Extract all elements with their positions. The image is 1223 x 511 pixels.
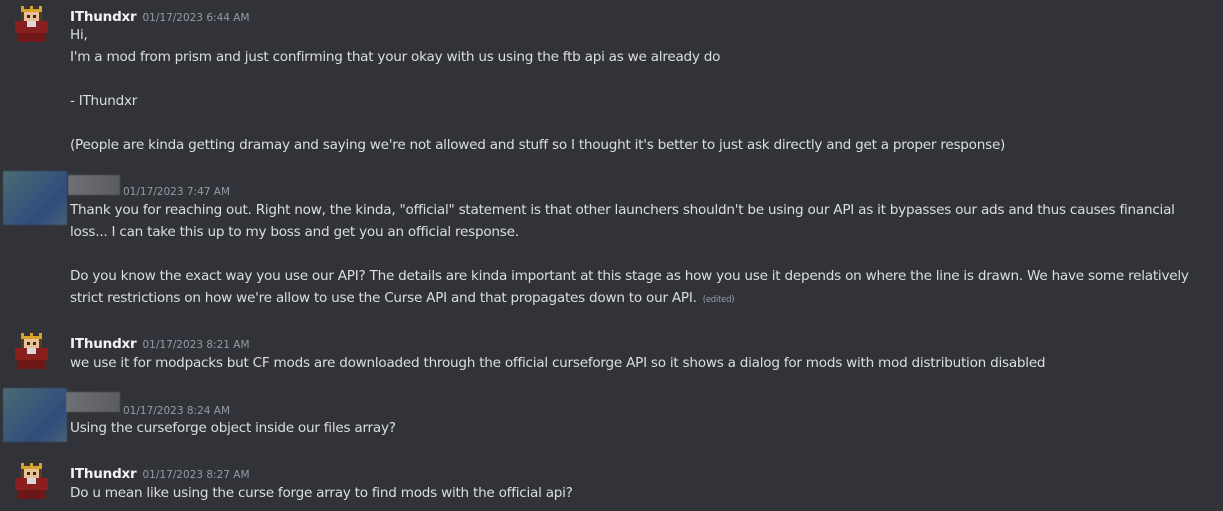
message-line: Do you know the exact way you use our AP… <box>70 268 1189 284</box>
timestamp: 01/17/2023 6:44 AM <box>142 12 250 24</box>
message-header: 01/17/2023 8:24 AM <box>123 399 230 419</box>
username[interactable]: IThundxr <box>70 466 137 482</box>
message-line: we use it for modpacks but CF mods are d… <box>70 355 1046 371</box>
message-line: Hi, <box>70 27 88 43</box>
timestamp: 01/17/2023 8:24 AM <box>123 405 231 417</box>
username[interactable]: IThundxr <box>70 336 137 352</box>
pixel-crown-avatar-icon <box>15 6 48 42</box>
message-header: IThundxr 01/17/2023 8:27 AM <box>70 463 250 483</box>
message-line: - IThundxr <box>70 93 138 109</box>
blurred-username[interactable] <box>68 175 120 195</box>
pixel-crown-avatar-icon <box>15 463 48 499</box>
message-line: Thank you for reaching out. Right now, t… <box>70 202 1175 218</box>
pixel-crown-avatar-icon <box>15 333 48 369</box>
blurred-avatar[interactable] <box>3 388 67 442</box>
edited-label: (edited) <box>702 295 735 305</box>
timestamp: 01/17/2023 8:21 AM <box>142 339 250 351</box>
message-line: strict restrictions on how we're allow t… <box>70 290 735 306</box>
message-line: loss... I can take this up to my boss an… <box>70 224 519 240</box>
message-line: (People are kinda getting dramay and say… <box>70 137 1006 153</box>
message-header: IThundxr 01/17/2023 6:44 AM <box>70 6 250 26</box>
avatar[interactable] <box>12 6 54 48</box>
blurred-username[interactable] <box>66 392 120 412</box>
timestamp: 01/17/2023 7:47 AM <box>123 186 231 198</box>
username[interactable]: IThundxr <box>70 9 137 25</box>
timestamp: 01/17/2023 8:27 AM <box>142 469 250 481</box>
message-header: IThundxr 01/17/2023 8:21 AM <box>70 333 250 353</box>
avatar[interactable] <box>12 333 54 375</box>
message-text: strict restrictions on how we're allow t… <box>70 290 697 306</box>
blurred-avatar[interactable] <box>3 171 67 225</box>
message-header: 01/17/2023 7:47 AM <box>123 180 230 200</box>
avatar[interactable] <box>12 463 54 505</box>
message-line: Do u mean like using the curse forge arr… <box>70 485 573 501</box>
message-line: Using the curseforge object inside our f… <box>70 420 396 436</box>
message-line: I'm a mod from prism and just confirming… <box>70 49 721 65</box>
